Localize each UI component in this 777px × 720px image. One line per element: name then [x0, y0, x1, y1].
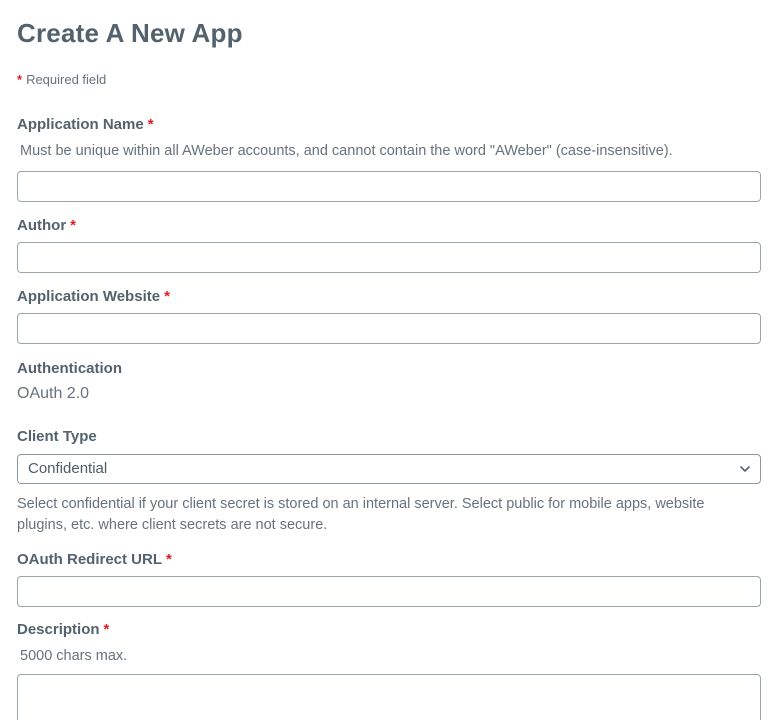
client-type-group: Client Type Confidential Select confiden… [17, 428, 761, 537]
client-type-help: Select confidential if your client secre… [17, 495, 705, 534]
application-name-label: Application Name * [17, 116, 761, 133]
description-help: 5000 chars max. [20, 647, 128, 664]
required-asterisk: * [147, 116, 154, 133]
authentication-label: Authentication [17, 359, 122, 377]
author-input[interactable] [17, 241, 761, 273]
authentication-group: Authentication OAuth 2.0 [17, 360, 761, 403]
application-website-label: Application Website * [17, 288, 761, 305]
page-title: Create A New App [17, 18, 243, 48]
application-name-help: Must be unique within all AWeber account… [20, 143, 673, 159]
application-name-group: Application Name * Must be unique within … [17, 116, 761, 202]
description-label: Description * [17, 621, 761, 638]
description-group: Description * 5000 chars max. [17, 621, 761, 720]
required-asterisk: * [103, 620, 110, 638]
authentication-value: OAuth 2.0 [17, 384, 90, 402]
application-website-group: Application Website * [17, 288, 761, 344]
client-type-label: Client Type [17, 427, 97, 445]
application-website-label-text: Application Website [17, 287, 161, 305]
application-name-label-text: Application Name [17, 116, 144, 133]
oauth-redirect-url-input[interactable] [17, 575, 761, 607]
author-group: Author * [17, 217, 761, 273]
create-app-form: Create A New App * Required field Applica… [0, 0, 777, 720]
client-type-select[interactable]: Confidential [17, 453, 761, 484]
required-asterisk: * [70, 216, 76, 234]
oauth-redirect-url-label-text: OAuth Redirect URL [17, 550, 163, 568]
required-asterisk: * [17, 72, 23, 87]
application-website-input[interactable] [17, 312, 761, 344]
author-label-text: Author [17, 216, 67, 234]
oauth-redirect-url-group: OAuth Redirect URL * [17, 551, 761, 607]
required-asterisk: * [166, 550, 172, 568]
description-textarea[interactable] [17, 674, 761, 720]
required-asterisk: * [164, 287, 170, 305]
author-label: Author * [17, 217, 761, 234]
required-note-label: Required field [26, 72, 107, 87]
required-field-note: * Required field [17, 72, 761, 87]
oauth-redirect-url-label: OAuth Redirect URL * [17, 551, 761, 568]
client-type-select-wrap: Confidential [17, 453, 761, 484]
application-name-input[interactable] [17, 170, 761, 202]
description-label-text: Description [17, 620, 100, 638]
